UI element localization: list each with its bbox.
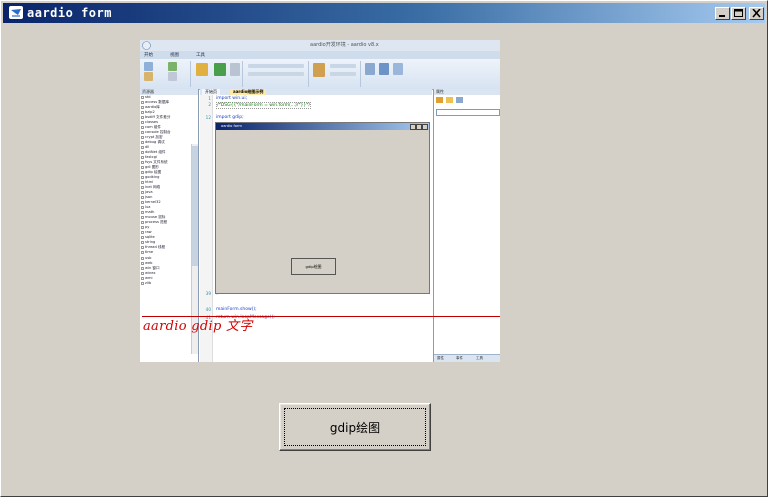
preview-gdip-button: gdip绘图 xyxy=(291,258,336,275)
ribbon-group xyxy=(362,61,410,87)
close-icon xyxy=(422,124,428,130)
properties-toolbar xyxy=(436,97,466,107)
minimize-icon xyxy=(719,15,725,17)
properties-object-select xyxy=(436,109,500,116)
properties-title: 属性 xyxy=(434,89,500,95)
code-line: /*DSG{{*/mainForm = win.form(...)/*}}*/ xyxy=(216,102,312,109)
ide-menu-tab: 工具 xyxy=(196,53,205,58)
maximize-button[interactable] xyxy=(731,7,746,20)
tree-item: zlib xyxy=(140,281,198,286)
ribbon-group xyxy=(244,61,309,87)
line-number: 40 xyxy=(205,307,211,312)
properties-tab: 工具 xyxy=(476,356,483,360)
ide-ribbon xyxy=(140,59,500,90)
explorer-tree: std access 数据库 aardio库 bzip2 bsdiff 文件差分… xyxy=(140,95,198,286)
properties-tab: 属性 xyxy=(437,356,444,360)
line-number: 2 xyxy=(208,102,211,107)
ribbon-group xyxy=(192,61,243,87)
ide-logo-icon xyxy=(142,41,151,50)
ribbon-group xyxy=(142,61,191,87)
gdip-draw-button-label: gdip绘图 xyxy=(329,421,381,435)
minimize-button[interactable] xyxy=(715,7,730,20)
aardio-logo-icon xyxy=(9,6,23,19)
code-line: import win.ui; xyxy=(216,96,248,101)
ide-menu-tab: 开始 xyxy=(144,53,153,58)
ide-title: aardio开发环境 - aardio v8.x xyxy=(310,42,379,48)
preview-form-window: aardio form gdip绘图 xyxy=(215,122,430,294)
gdip-drawn-text: aardio gdip 文字 xyxy=(143,319,253,334)
window-title: aardio form xyxy=(27,6,112,20)
properties-tabs: 属性 事件 工具 xyxy=(434,354,500,362)
close-icon xyxy=(752,9,761,18)
properties-toolbar-icons xyxy=(436,97,463,103)
ribbon-group xyxy=(310,61,361,87)
ide-menu-tabs: 开始 视图 工具 xyxy=(140,51,500,59)
gdip-draw-button[interactable]: gdip绘图 xyxy=(279,403,431,451)
maximize-icon xyxy=(734,9,743,17)
close-button[interactable] xyxy=(749,7,764,20)
line-number: 1 xyxy=(208,96,211,101)
preview-form-title-bar: aardio form xyxy=(216,123,429,130)
line-number: 12 xyxy=(205,115,211,120)
properties-tab: 事件 xyxy=(456,356,463,360)
ide-screenshot-image: aardio开发环境 - aardio v8.x 开始 视图 工具 资源器 st… xyxy=(140,40,500,362)
title-bar[interactable]: aardio form xyxy=(3,3,765,23)
preview-form-title: aardio form xyxy=(221,124,242,128)
ide-properties-panel: 属性 属性 事件 工具 xyxy=(433,89,500,362)
ide-menu-tab: 视图 xyxy=(170,53,179,58)
code-line: import gdip; xyxy=(216,115,244,120)
code-line: mainForm.show(); xyxy=(216,307,257,312)
line-number: 39 xyxy=(205,291,211,296)
